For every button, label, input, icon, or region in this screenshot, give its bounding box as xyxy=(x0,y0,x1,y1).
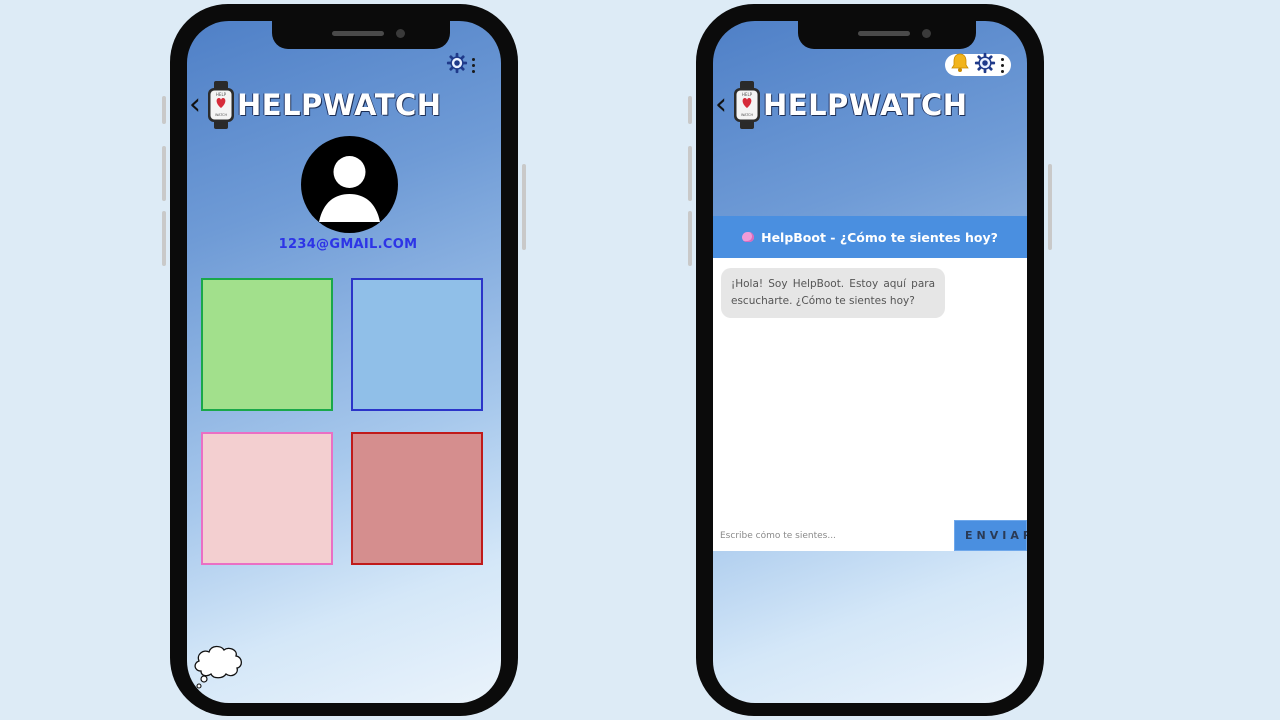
watch-text-top: HELP xyxy=(742,92,753,97)
chat-screen: ‹ HELP WATCH HELPWATCH HelpBoot - ¿Cómo … xyxy=(713,21,1027,703)
top-actions xyxy=(446,52,476,78)
chat-messages: ¡Hola! Soy HelpBoot. Estoy aquí para esc… xyxy=(713,258,1027,520)
more-vertical-icon[interactable] xyxy=(472,57,476,73)
send-button[interactable]: ENVIAR xyxy=(954,520,1027,551)
helpwatch-logo-icon: HELP WATCH xyxy=(733,81,761,129)
app-title: HELPWATCH xyxy=(237,88,442,122)
user-email: 1234@GMAIL.COM xyxy=(278,237,418,252)
phone-chat: ‹ HELP WATCH HELPWATCH HelpBoot - ¿Cómo … xyxy=(688,4,1052,716)
thought-bubble-icon[interactable] xyxy=(191,641,245,695)
mute-switch xyxy=(688,96,692,124)
volume-up-button xyxy=(688,146,692,201)
tile-pink[interactable] xyxy=(201,432,333,565)
power-button xyxy=(1048,164,1052,250)
chat-composer: ENVIAR xyxy=(713,520,1027,551)
front-camera xyxy=(922,29,931,38)
phone-profile: ‹ HELP WATCH HELPWATCH 1234@GMAIL.COM xyxy=(162,4,526,716)
more-vertical-icon[interactable] xyxy=(1001,57,1005,73)
volume-up-button xyxy=(162,146,166,201)
notch xyxy=(272,21,450,49)
bell-icon[interactable] xyxy=(951,53,969,77)
brain-icon xyxy=(742,232,755,242)
chat-header: HelpBoot - ¿Cómo te sientes hoy? xyxy=(713,216,1027,258)
speaker xyxy=(332,31,384,36)
speaker xyxy=(858,31,910,36)
tile-red[interactable] xyxy=(351,432,483,565)
power-button xyxy=(522,164,526,250)
helpwatch-logo-icon: HELP WATCH xyxy=(207,81,235,129)
profile-screen: ‹ HELP WATCH HELPWATCH 1234@GMAIL.COM xyxy=(187,21,501,703)
chat-header-title: HelpBoot - ¿Cómo te sientes hoy? xyxy=(761,229,998,245)
app-header: ‹ HELP WATCH HELPWATCH xyxy=(715,79,968,131)
volume-down-button xyxy=(688,211,692,266)
watch-text-bottom: WATCH xyxy=(215,113,227,117)
app-title: HELPWATCH xyxy=(763,88,968,122)
gear-icon[interactable] xyxy=(974,52,996,78)
back-chevron-icon[interactable]: ‹ xyxy=(715,90,733,120)
user-avatar-icon[interactable] xyxy=(301,136,398,233)
tile-blue[interactable] xyxy=(351,278,483,411)
tile-green[interactable] xyxy=(201,278,333,411)
back-chevron-icon[interactable]: ‹ xyxy=(189,90,207,120)
watch-text-top: HELP xyxy=(216,92,227,97)
top-actions xyxy=(945,52,1011,78)
bot-message: ¡Hola! Soy HelpBoot. Estoy aquí para esc… xyxy=(721,268,945,318)
watch-text-bottom: WATCH xyxy=(741,113,753,117)
chat-input[interactable] xyxy=(713,520,954,551)
notch xyxy=(798,21,976,49)
front-camera xyxy=(396,29,405,38)
app-header: ‹ HELP WATCH HELPWATCH xyxy=(189,79,442,131)
volume-down-button xyxy=(162,211,166,266)
mute-switch xyxy=(162,96,166,124)
gear-icon[interactable] xyxy=(446,52,468,78)
